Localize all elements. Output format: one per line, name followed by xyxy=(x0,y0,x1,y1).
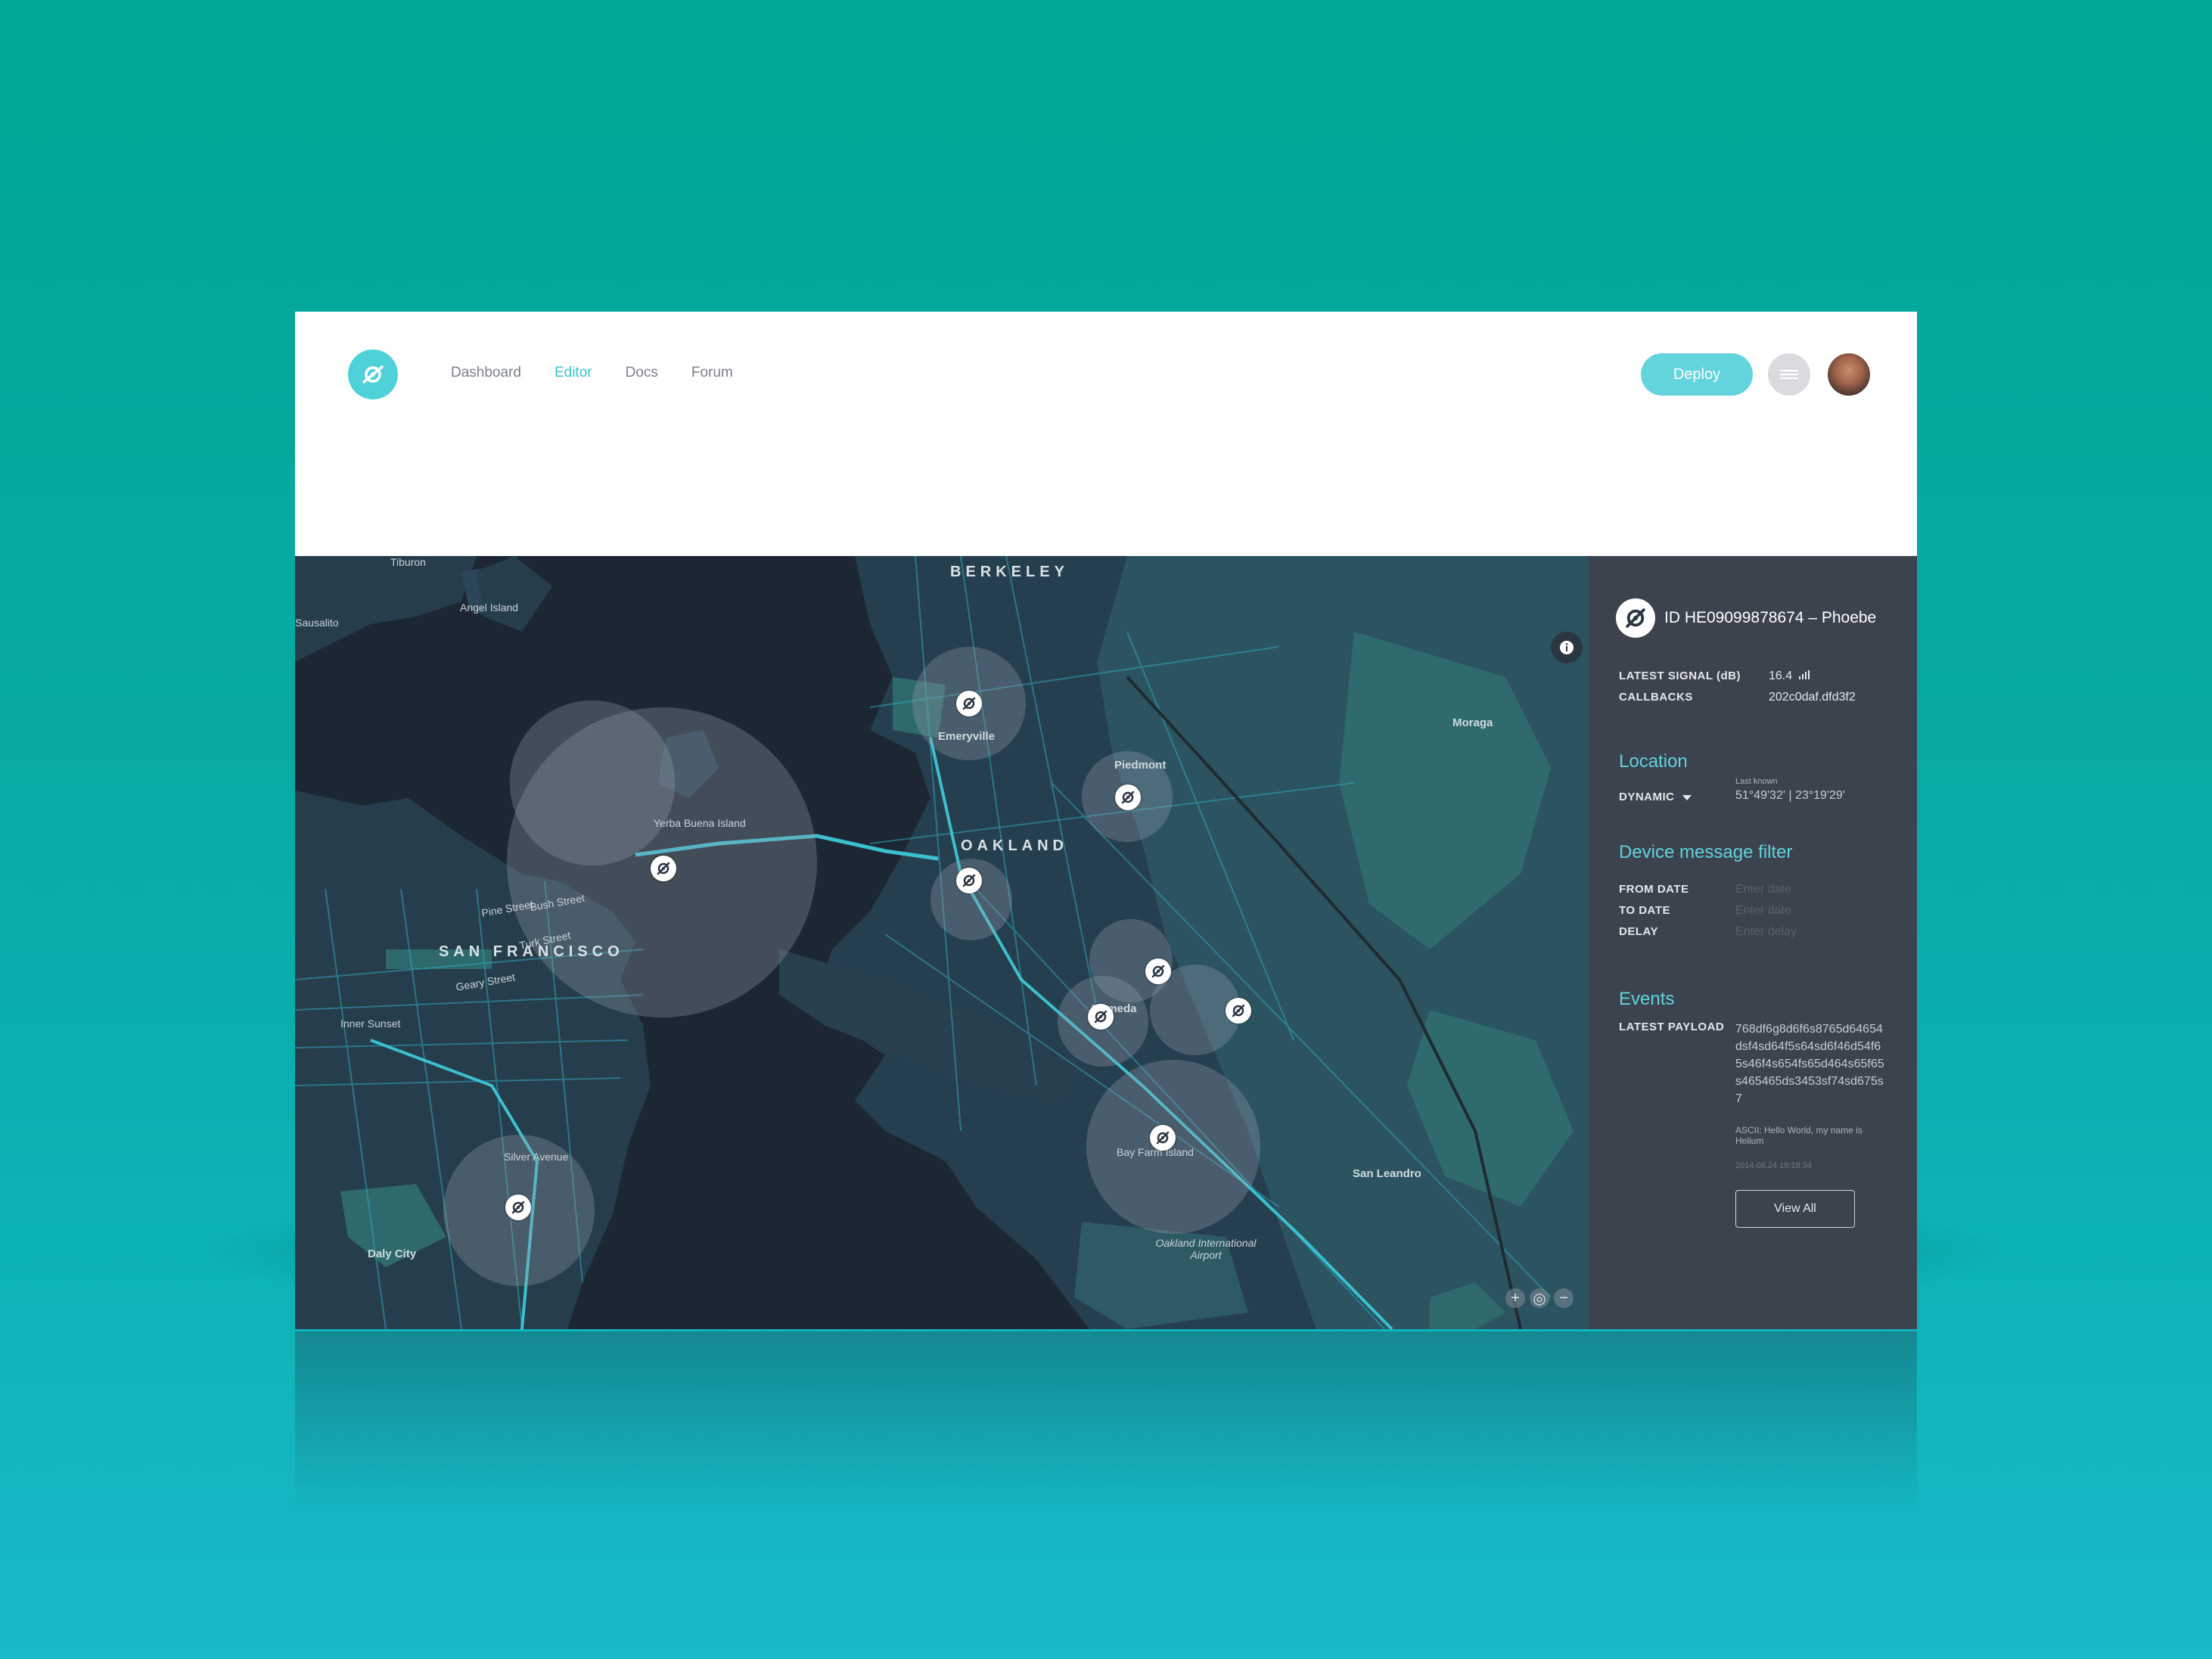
top-bar: Dashboard Editor Docs Forum Deploy xyxy=(295,312,1917,556)
device-pin-piedmont[interactable] xyxy=(1115,784,1141,810)
to-date-input[interactable]: Enter date xyxy=(1735,904,1791,918)
hamburger-menu-button[interactable] xyxy=(1768,353,1810,396)
helium-device-icon xyxy=(511,1201,525,1214)
events-title: Events xyxy=(1619,989,1675,1009)
main-nav: Dashboard Editor Docs Forum xyxy=(451,365,733,381)
window-reflection xyxy=(295,1331,1917,1513)
payload-timestamp: 2014.08.24 19:18:34 xyxy=(1735,1161,1812,1170)
helium-device-icon xyxy=(1094,1010,1108,1024)
nav-docs[interactable]: Docs xyxy=(626,365,658,381)
callbacks-label: CALLBACKS xyxy=(1619,691,1693,704)
filter-title: Device message filter xyxy=(1619,842,1793,862)
location-coords: 51°49'32' | 23°19'29' xyxy=(1735,789,1845,802)
user-avatar[interactable] xyxy=(1828,353,1870,396)
last-known-label: Last known xyxy=(1735,777,1778,786)
latest-signal-value: 16.4 xyxy=(1769,670,1810,683)
device-pin-alameda[interactable] xyxy=(1088,1004,1114,1030)
map-label-piedmont: Piedmont xyxy=(1114,759,1167,772)
device-detail-panel: ID HE09099878674 – Phoebe LATEST SIGNAL … xyxy=(1589,556,1917,1329)
map-label-berkeley: BERKELEY xyxy=(950,564,1069,580)
chevron-down-icon xyxy=(1682,794,1692,800)
nav-editor[interactable]: Editor xyxy=(555,365,592,381)
helium-device-icon xyxy=(1121,791,1135,804)
map-label-oakland: OAKLAND xyxy=(961,837,1068,854)
hamburger-icon xyxy=(1780,368,1798,381)
map-label-san-leandro: San Leandro xyxy=(1353,1167,1421,1180)
device-map[interactable]: Tiburon Angel Island Sausalito BERKELEY … xyxy=(295,556,1589,1329)
locate-icon[interactable]: ◎ xyxy=(1530,1288,1549,1308)
map-label-inner-sunset: Inner Sunset xyxy=(340,1017,401,1030)
map-label-silver-avenue: Silver Avenue xyxy=(504,1151,569,1163)
helium-logo-icon[interactable] xyxy=(348,350,398,399)
helium-device-icon xyxy=(1232,1004,1245,1017)
device-icon xyxy=(1616,598,1655,638)
from-date-input[interactable]: Enter date xyxy=(1735,883,1791,896)
location-mode-dropdown[interactable]: DYNAMIC xyxy=(1619,791,1692,803)
deploy-button[interactable]: Deploy xyxy=(1641,353,1753,396)
device-id-title: ID HE09099878674 – Phoebe xyxy=(1664,609,1877,626)
helium-device-icon xyxy=(962,874,976,887)
map-label-emeryville: Emeryville xyxy=(938,730,996,743)
map-label-angel-island: Angel Island xyxy=(460,601,519,614)
helium-device-icon xyxy=(1151,965,1165,978)
device-pin-bay-farm[interactable] xyxy=(1150,1125,1176,1151)
latest-signal-label: LATEST SIGNAL (dB) xyxy=(1619,670,1741,682)
zoom-in-icon[interactable]: + xyxy=(1505,1288,1525,1308)
device-pin-fruitvale[interactable] xyxy=(1145,958,1171,984)
map-label-sausalito: Sausalito xyxy=(295,617,339,629)
app-window: Dashboard Editor Docs Forum Deploy Tibur… xyxy=(295,312,1917,1329)
callbacks-value: 202c0daf.dfd3f2 xyxy=(1769,691,1856,704)
helium-device-icon xyxy=(1156,1131,1170,1145)
device-pin-high-street[interactable] xyxy=(1226,998,1251,1024)
nav-forum[interactable]: Forum xyxy=(691,365,733,381)
delay-input[interactable]: Enter delay xyxy=(1735,925,1797,939)
device-pin-oakland[interactable] xyxy=(956,868,982,893)
map-label-moraga: Moraga xyxy=(1452,716,1493,729)
to-date-label: TO DATE xyxy=(1619,904,1670,917)
map-label-yerba-buena: Yerba Buena Island xyxy=(654,817,746,829)
map-label-daly-city: Daly City xyxy=(368,1247,417,1260)
zoom-out-icon[interactable]: − xyxy=(1554,1288,1574,1308)
helium-device-icon xyxy=(657,862,670,875)
from-date-label: FROM DATE xyxy=(1619,883,1689,896)
location-mode-value: DYNAMIC xyxy=(1619,791,1675,803)
signal-value-text: 16.4 xyxy=(1769,670,1793,682)
latest-payload-value: 768df6g8d6f6s8765d64654dsf4sd64f5s64sd6f… xyxy=(1735,1023,1884,1105)
location-title: Location xyxy=(1619,751,1688,772)
info-icon[interactable] xyxy=(1551,632,1583,663)
device-pin-silver-avenue[interactable] xyxy=(505,1195,531,1220)
device-pin-emeryville[interactable] xyxy=(956,691,982,716)
helium-device-icon xyxy=(962,697,976,710)
map-label-tiburon: Tiburon xyxy=(390,556,426,568)
latest-payload-label: LATEST PAYLOAD xyxy=(1619,1021,1725,1033)
view-all-button[interactable]: View All xyxy=(1735,1190,1855,1228)
map-label-oakland-airport: Oakland International Airport xyxy=(1155,1237,1257,1261)
device-pin-yerba-buena[interactable] xyxy=(651,856,676,881)
delay-label: DELAY xyxy=(1619,925,1658,938)
signal-bars-icon xyxy=(1798,670,1810,679)
payload-ascii: ASCII: Hello World, my name is Helium xyxy=(1735,1125,1862,1146)
nav-dashboard[interactable]: Dashboard xyxy=(451,365,521,381)
